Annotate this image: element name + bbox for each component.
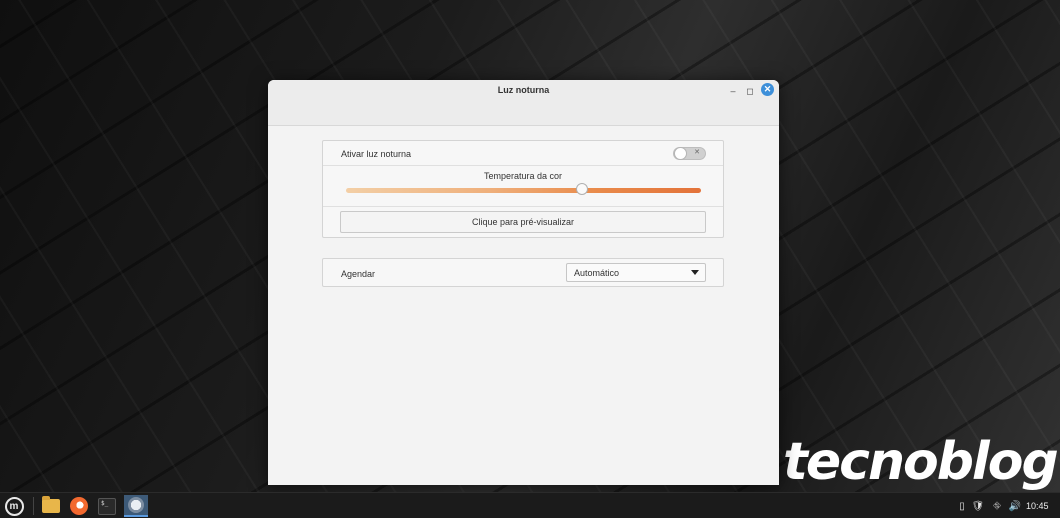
minimize-icon[interactable]: –: [726, 84, 740, 98]
taskbar: m $_ ▯ 🛡 ⛗ 🔊 10:45: [0, 492, 1060, 518]
dropdown-arrow-icon: [691, 270, 699, 275]
close-icon[interactable]: ✕: [761, 83, 774, 96]
schedule-card: Agendar Automático: [322, 258, 724, 287]
clipboard-icon[interactable]: ▯: [956, 493, 968, 518]
preview-button[interactable]: Clique para pré-visualizar: [340, 211, 706, 233]
temperature-slider[interactable]: [346, 183, 701, 195]
temperature-label: Temperatura da cor: [483, 171, 563, 181]
night-light-window: Luz noturna – ◻ ✕ Ativar luz noturna ✕ T…: [268, 80, 779, 485]
files-icon[interactable]: [40, 495, 62, 517]
temperature-row: Temperatura da cor: [323, 166, 723, 207]
schedule-dropdown[interactable]: Automático: [566, 263, 706, 282]
clock[interactable]: 10:45: [1026, 501, 1049, 511]
temperature-slider-handle[interactable]: [576, 183, 589, 195]
shield-icon[interactable]: 🛡: [971, 493, 985, 518]
firefox-icon[interactable]: [68, 495, 90, 517]
schedule-selected-value: Automático: [574, 268, 620, 278]
night-light-icon[interactable]: [124, 495, 148, 517]
toggle-label: Ativar luz noturna: [341, 149, 412, 159]
toggle-off-icon: ✕: [694, 149, 700, 156]
title-bar[interactable]: Luz noturna – ◻ ✕: [268, 80, 779, 126]
toggle-knob: [674, 147, 687, 160]
linux-mint-menu-icon[interactable]: m: [3, 495, 25, 517]
schedule-label: Agendar: [341, 269, 376, 279]
maximize-icon[interactable]: ◻: [743, 84, 757, 98]
network-icon[interactable]: ⛗: [989, 493, 1005, 518]
window-title: Luz noturna: [497, 85, 550, 95]
preview-button-label: Clique para pré-visualizar: [471, 217, 575, 227]
night-light-toggle[interactable]: ✕: [673, 147, 706, 160]
toggle-row: Ativar luz noturna ✕: [323, 141, 723, 166]
terminal-icon[interactable]: $_: [96, 495, 118, 517]
volume-icon[interactable]: 🔊: [1008, 493, 1022, 518]
taskbar-separator: [33, 497, 34, 515]
night-light-settings-card: Ativar luz noturna ✕ Temperatura da cor …: [322, 140, 724, 238]
watermark-logo: tecnoblog: [783, 432, 1059, 492]
